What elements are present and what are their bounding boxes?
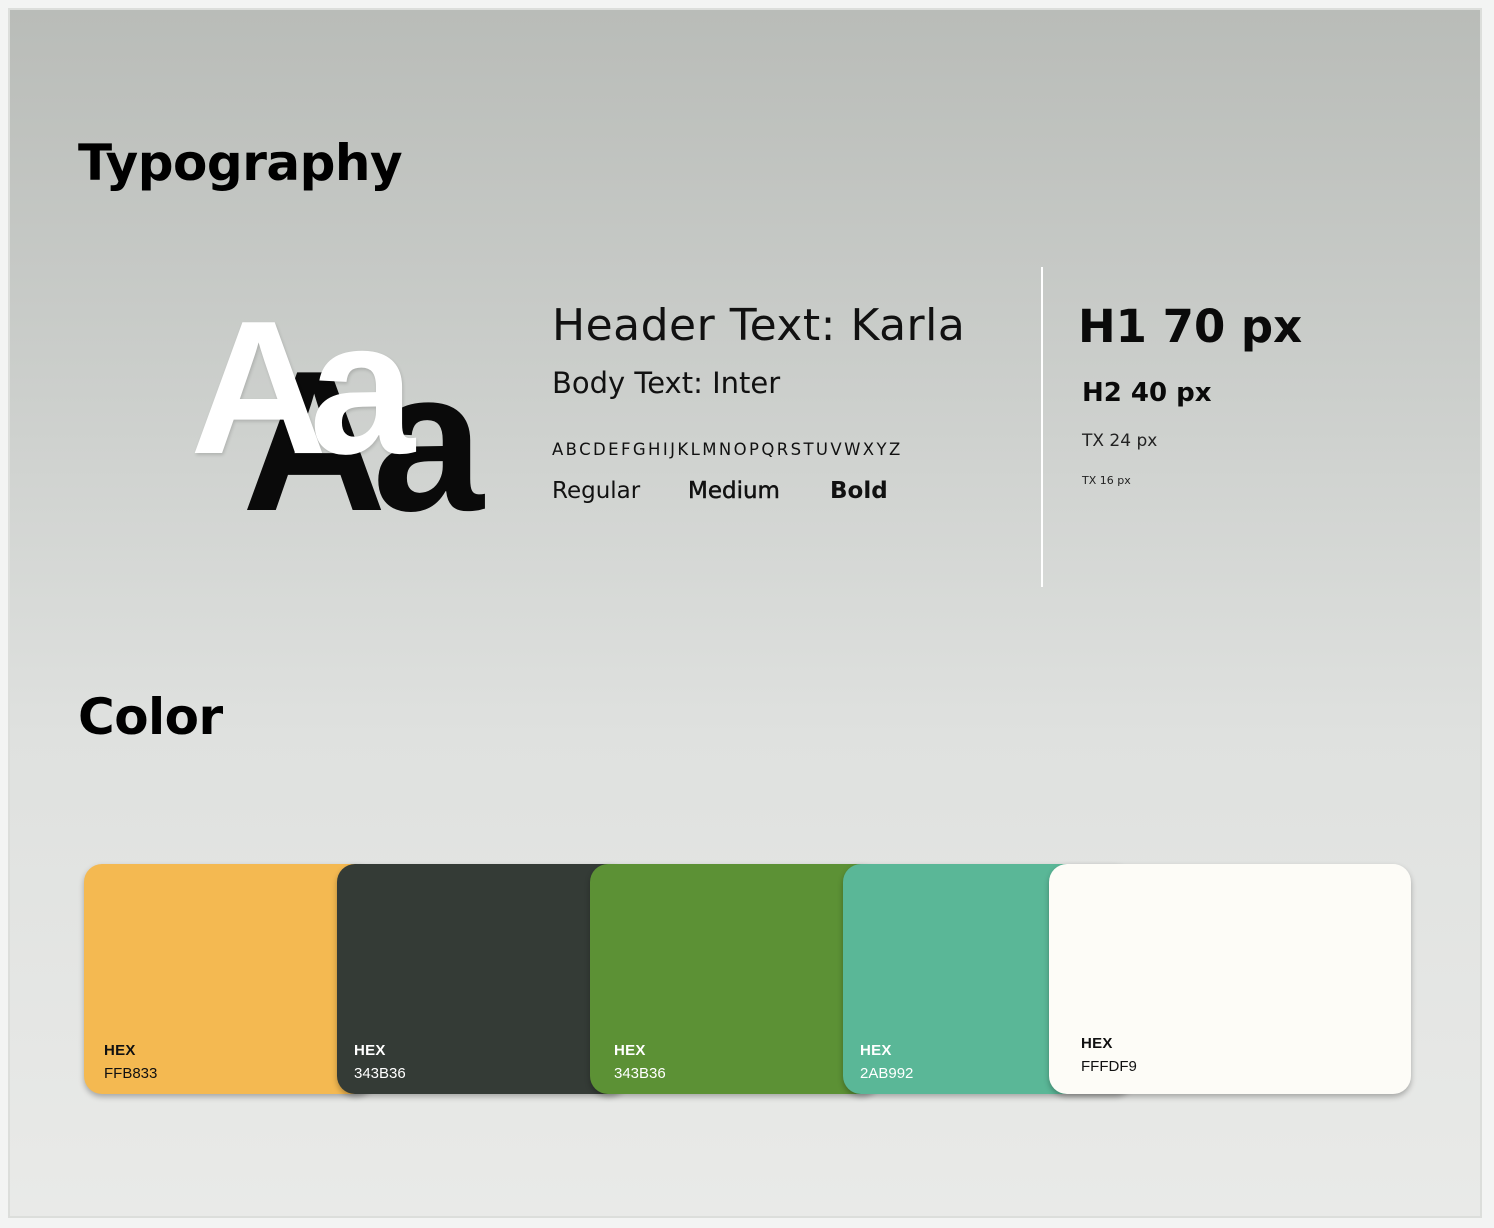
hex-value: 343B36: [614, 1065, 666, 1082]
swatch-label: HEX 343B36: [354, 1042, 406, 1082]
hex-key-label: HEX: [104, 1042, 136, 1059]
typography-section-title: Typography: [78, 134, 403, 192]
weight-regular-label: Regular: [552, 478, 641, 504]
hex-value: 2AB992: [860, 1065, 914, 1082]
swatch-label: HEX FFFDF9: [1081, 1035, 1137, 1075]
swatch-label: HEX FFB833: [104, 1042, 157, 1082]
color-swatch: HEX FFFDF9: [1049, 864, 1411, 1094]
weight-bold-label: Bold: [830, 478, 888, 504]
hex-value: 343B36: [354, 1065, 406, 1082]
hex-value: FFFDF9: [1081, 1058, 1137, 1075]
swatch-label: HEX 343B36: [614, 1042, 666, 1082]
typeface-specimen-graphic: Aa Aa: [190, 288, 510, 542]
vertical-divider: [1041, 267, 1043, 587]
color-swatch: HEX FFB833: [84, 864, 374, 1094]
hex-key-label: HEX: [354, 1042, 386, 1059]
alphabet-sample: ABCDEFGHIJKLMNOPQRSTUVWXYZ: [552, 440, 903, 459]
header-font-label: Header Text: Karla: [552, 300, 966, 351]
hex-key-label: HEX: [860, 1042, 892, 1059]
type-scale-tx24: TX 24 px: [1082, 431, 1158, 451]
hex-key-label: HEX: [614, 1042, 646, 1059]
type-scale-h1: H1 70 px: [1078, 300, 1303, 353]
color-swatch: HEX 343B36: [337, 864, 627, 1094]
weight-medium-label: Medium: [688, 478, 780, 505]
hex-value: FFB833: [104, 1065, 158, 1082]
hex-key-label: HEX: [1081, 1035, 1113, 1052]
color-swatch: HEX 343B36: [590, 864, 880, 1094]
specimen-aa-white: Aa: [190, 282, 415, 494]
body-font-label: Body Text: Inter: [552, 366, 781, 400]
swatch-label: HEX 2AB992: [860, 1042, 913, 1082]
type-scale-tx16: TX 16 px: [1082, 474, 1131, 487]
type-scale-h2: H2 40 px: [1082, 378, 1212, 408]
color-section-title: Color: [78, 688, 223, 746]
